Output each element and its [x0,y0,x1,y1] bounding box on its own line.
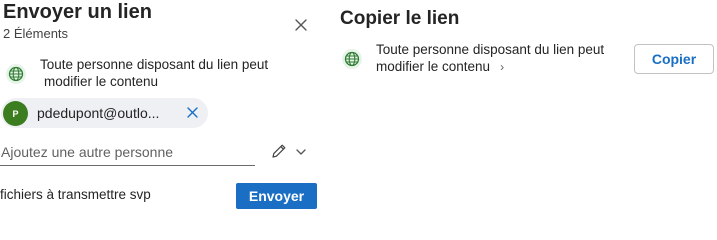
permission-line-2: modifier le contenu [44,74,159,89]
permission-line-2: modifier le contenu [376,59,491,74]
pencil-icon[interactable] [270,142,288,160]
remove-recipient-icon[interactable] [185,105,200,120]
globe-icon [341,48,363,70]
link-permission-settings[interactable]: Toute personne disposant du lien peut mo… [40,56,290,90]
send-link-title: Envoyer un lien [3,1,152,23]
copy-link-title: Copier le lien [340,8,460,29]
copy-link-permission-settings[interactable]: Toute personne disposant du lien peut mo… [376,41,626,76]
globe-icon [5,63,27,85]
item-count: 2 Éléments [3,26,69,41]
chevron-right-icon: › [500,60,505,74]
copy-button[interactable]: Copier [634,44,714,74]
message-field[interactable]: fichiers à transmettre svp [0,187,151,202]
recipient-email: pdedupont@outlo... [37,105,160,121]
permission-line-1: Toute personne disposant du lien peut [376,42,605,57]
add-person-input[interactable] [0,139,255,166]
avatar: P [3,101,28,126]
chevron-down-icon[interactable] [295,145,307,157]
close-icon[interactable] [292,16,310,34]
send-button[interactable]: Envoyer [236,183,317,209]
permission-line-1: Toute personne disposant du lien peut [40,57,269,72]
